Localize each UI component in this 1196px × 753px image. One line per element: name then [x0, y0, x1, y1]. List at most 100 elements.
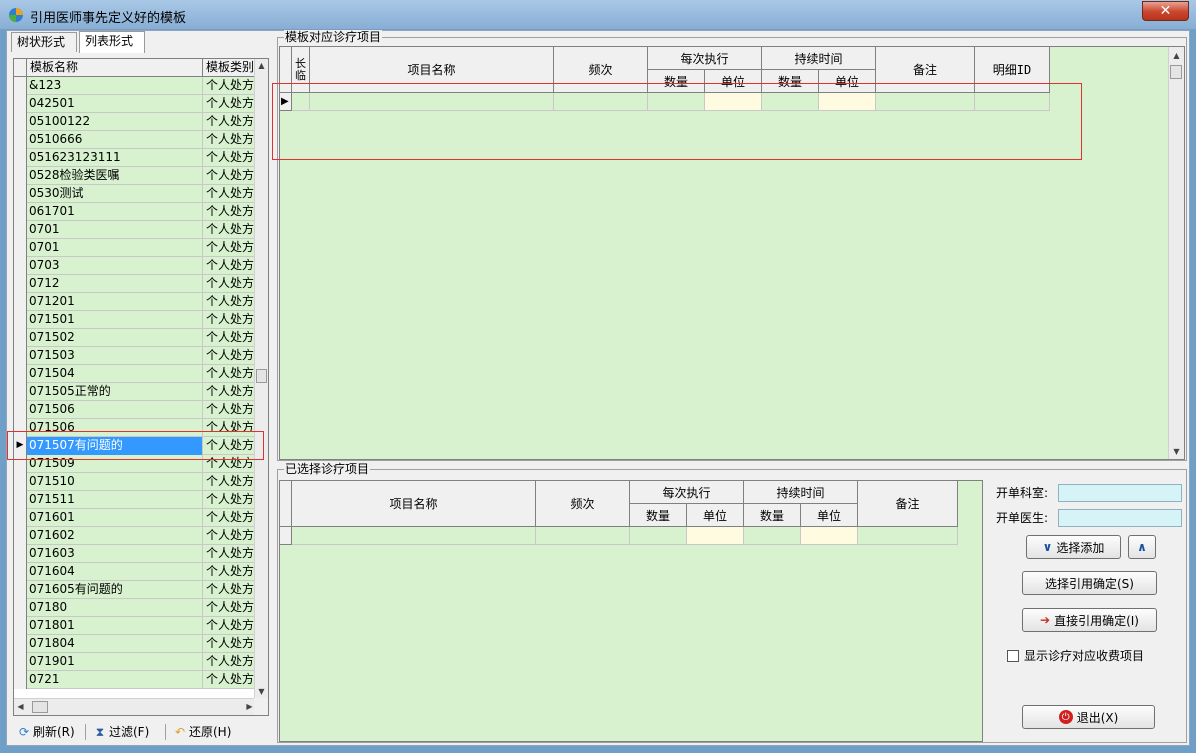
list-item[interactable]: ▶ 071507有问题的 个人处方	[14, 437, 256, 455]
template-type-cell[interactable]: 个人处方	[203, 473, 256, 491]
list-item[interactable]: 071604 个人处方	[14, 563, 256, 581]
refresh-button[interactable]: ⟳ 刷新(R)	[17, 722, 75, 742]
template-type-cell[interactable]: 个人处方	[203, 221, 256, 239]
template-name-cell[interactable]: 071201	[27, 293, 203, 311]
list-item[interactable]: 071503 个人处方	[14, 347, 256, 365]
list-item[interactable]: 071201 个人处方	[14, 293, 256, 311]
tab-tree[interactable]: 树状形式	[11, 32, 77, 52]
template-type-cell[interactable]: 个人处方	[203, 203, 256, 221]
vscroll-thumb[interactable]	[1170, 65, 1182, 79]
list-item[interactable]: 071511 个人处方	[14, 491, 256, 509]
template-type-cell[interactable]: 个人处方	[203, 329, 256, 347]
template-name-cell[interactable]: 071901	[27, 653, 203, 671]
list-item[interactable]: 071804 个人处方	[14, 635, 256, 653]
column-template-type[interactable]: 模板类别	[203, 59, 256, 77]
template-type-cell[interactable]: 个人处方	[203, 563, 256, 581]
column-template-name[interactable]: 模板名称	[27, 59, 203, 77]
template-type-cell[interactable]: 个人处方	[203, 617, 256, 635]
list-item[interactable]: 071801 个人处方	[14, 617, 256, 635]
dept-input[interactable]	[1058, 484, 1182, 502]
template-name-cell[interactable]: 071501	[27, 311, 203, 329]
column-frequency[interactable]: 频次	[554, 47, 648, 93]
list-item[interactable]: 0701 个人处方	[14, 221, 256, 239]
template-name-cell[interactable]: 071506	[27, 419, 203, 437]
template-type-cell[interactable]: 个人处方	[203, 311, 256, 329]
select-confirm-button[interactable]: 选择引用确定(S)	[1022, 571, 1157, 595]
template-name-cell[interactable]: 0510666	[27, 131, 203, 149]
cell-detail-id[interactable]	[975, 93, 1050, 111]
column-frequency[interactable]: 频次	[536, 481, 630, 527]
template-type-cell[interactable]: 个人处方	[203, 149, 256, 167]
list-item[interactable]: 0712 个人处方	[14, 275, 256, 293]
template-type-cell[interactable]: 个人处方	[203, 383, 256, 401]
template-name-cell[interactable]: 051623123111	[27, 149, 203, 167]
template-name-cell[interactable]: 071804	[27, 635, 203, 653]
template-type-cell[interactable]: 个人处方	[203, 653, 256, 671]
template-type-cell[interactable]: 个人处方	[203, 185, 256, 203]
template-name-cell[interactable]: 071502	[27, 329, 203, 347]
list-item[interactable]: 0528检验类医嘱 个人处方	[14, 167, 256, 185]
list-item[interactable]: 071502 个人处方	[14, 329, 256, 347]
template-name-cell[interactable]: 0703	[27, 257, 203, 275]
template-name-cell[interactable]: 071601	[27, 509, 203, 527]
template-type-cell[interactable]: 个人处方	[203, 509, 256, 527]
cell-duration-qty[interactable]	[744, 527, 801, 545]
cell-note[interactable]	[858, 527, 958, 545]
column-qty[interactable]: 数量	[630, 504, 687, 527]
template-type-cell[interactable]: 个人处方	[203, 131, 256, 149]
list-item[interactable]: 071605有问题的 个人处方	[14, 581, 256, 599]
list-item[interactable]: 071603 个人处方	[14, 545, 256, 563]
column-unit[interactable]: 单位	[705, 70, 762, 93]
list-item[interactable]: &123 个人处方	[14, 77, 256, 95]
template-type-cell[interactable]: 个人处方	[203, 167, 256, 185]
template-type-cell[interactable]: 个人处方	[203, 239, 256, 257]
restore-button[interactable]: ↶ 还原(H)	[173, 722, 231, 742]
list-item[interactable]: 0701 个人处方	[14, 239, 256, 257]
list-item[interactable]: 042501 个人处方	[14, 95, 256, 113]
exit-button[interactable]: ⏻ 退出(X)	[1022, 705, 1155, 729]
template-type-cell[interactable]: 个人处方	[203, 437, 256, 455]
list-item[interactable]: 071504 个人处方	[14, 365, 256, 383]
list-item[interactable]: 061701 个人处方	[14, 203, 256, 221]
close-button[interactable]: ✕	[1142, 1, 1189, 21]
cell-duration-unit[interactable]	[819, 93, 876, 111]
cell-qty[interactable]	[648, 93, 705, 111]
template-type-cell[interactable]: 个人处方	[203, 347, 256, 365]
list-item[interactable]: 0721 个人处方	[14, 671, 256, 689]
list-item[interactable]: 071901 个人处方	[14, 653, 256, 671]
template-name-cell[interactable]: 042501	[27, 95, 203, 113]
template-name-cell[interactable]: 071603	[27, 545, 203, 563]
template-name-cell[interactable]: 071504	[27, 365, 203, 383]
template-name-cell[interactable]: 07180	[27, 599, 203, 617]
column-item-name[interactable]: 项目名称	[310, 47, 554, 93]
template-name-cell[interactable]: 0528检验类医嘱	[27, 167, 203, 185]
column-duration-qty[interactable]: 数量	[744, 504, 801, 527]
scroll-up-icon[interactable]: ▲	[1170, 49, 1183, 63]
template-type-cell[interactable]: 个人处方	[203, 113, 256, 131]
cell-frequency[interactable]	[536, 527, 630, 545]
template-name-cell[interactable]: 071801	[27, 617, 203, 635]
template-name-cell[interactable]: 0721	[27, 671, 203, 689]
cell-item-name[interactable]	[310, 93, 554, 111]
template-type-cell[interactable]: 个人处方	[203, 95, 256, 113]
template-type-cell[interactable]: 个人处方	[203, 455, 256, 473]
template-name-cell[interactable]: 071605有问题的	[27, 581, 203, 599]
list-item[interactable]: 071601 个人处方	[14, 509, 256, 527]
template-name-cell[interactable]: &123	[27, 77, 203, 95]
template-type-cell[interactable]: 个人处方	[203, 257, 256, 275]
template-name-cell[interactable]: 071506	[27, 401, 203, 419]
list-item[interactable]: 071501 个人处方	[14, 311, 256, 329]
list-item[interactable]: 071602 个人处方	[14, 527, 256, 545]
template-type-cell[interactable]: 个人处方	[203, 365, 256, 383]
column-duration-unit[interactable]: 单位	[819, 70, 876, 93]
template-type-cell[interactable]: 个人处方	[203, 275, 256, 293]
list-item[interactable]: 05100122 个人处方	[14, 113, 256, 131]
doctor-input[interactable]	[1058, 509, 1182, 527]
column-qty[interactable]: 数量	[648, 70, 705, 93]
template-name-cell[interactable]: 071511	[27, 491, 203, 509]
show-fee-items-checkbox[interactable]	[1007, 650, 1019, 662]
list-item[interactable]: 071506 个人处方	[14, 419, 256, 437]
hscroll-thumb[interactable]	[32, 701, 48, 713]
column-unit[interactable]: 单位	[687, 504, 744, 527]
tab-list[interactable]: 列表形式	[79, 31, 145, 53]
